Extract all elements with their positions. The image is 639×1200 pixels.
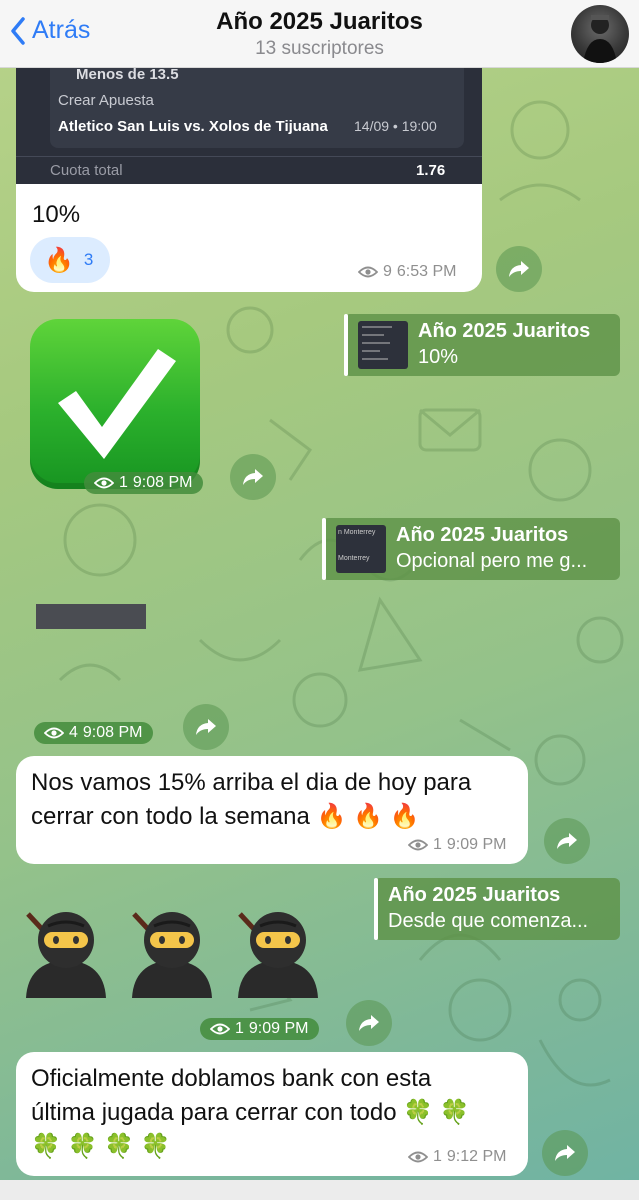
view-count: 1: [433, 1148, 442, 1165]
share-arrow-icon: [196, 719, 216, 735]
message-text: 10%: [32, 201, 81, 228]
eye-icon: [408, 1151, 428, 1163]
reply-text: Desde que comenza...: [388, 910, 589, 932]
forward-button[interactable]: [346, 1000, 392, 1046]
reply-thumbnail-text: n Monterrey: [338, 529, 376, 536]
reply-thumbnail-text: Monterrey: [338, 555, 370, 562]
message-text: última jugada para cerrar con todo 🍀 🍀: [31, 1099, 470, 1126]
ninja-icon: [132, 912, 212, 998]
ninja-emoji[interactable]: [18, 902, 114, 998]
message-meta: 1 9:12 PM: [408, 1148, 507, 1166]
reply-title: Año 2025 Juaritos: [418, 320, 591, 342]
ninja-emoji[interactable]: [230, 902, 326, 998]
reply-quote[interactable]: n Monterrey Monterrey Año 2025 Juaritos …: [322, 518, 620, 580]
bet-datetime: 14/09 • 19:00: [354, 118, 437, 134]
reply-bar: [322, 518, 326, 580]
reply-quote[interactable]: Año 2025 Juaritos Desde que comenza...: [374, 878, 620, 940]
reply-bar: [344, 314, 348, 376]
eye-icon: [44, 727, 64, 739]
message-time: 9:09 PM: [248, 1020, 309, 1037]
bet-match: Atletico San Luis vs. Xolos de Tijuana: [58, 118, 328, 135]
message-time: 6:53 PM: [396, 263, 457, 280]
subscriber-count: 13 suscriptores: [255, 38, 384, 59]
message-bubble[interactable]: Nos vamos 15% arriba el dia de hoy para …: [16, 756, 528, 864]
view-count: 1: [433, 836, 442, 853]
forward-button[interactable]: [542, 1130, 588, 1176]
message-text: cerrar con todo la semana 🔥 🔥 🔥: [31, 803, 420, 830]
message-meta: 4 9:08 PM: [34, 722, 153, 744]
forward-button[interactable]: [544, 818, 590, 864]
bottom-bar: [0, 1180, 639, 1200]
check-mark-emoji[interactable]: [30, 319, 200, 489]
channel-avatar[interactable]: [571, 5, 629, 63]
share-arrow-icon: [509, 261, 529, 277]
eye-icon: [94, 477, 114, 489]
share-arrow-icon: [555, 1145, 575, 1161]
total-odds-value: 1.76: [416, 162, 446, 179]
redacted-content: [36, 604, 146, 629]
forward-button[interactable]: [496, 246, 542, 292]
fire-icon: 🔥: [44, 246, 74, 274]
reply-bar: [374, 878, 378, 940]
check-icon: [58, 349, 176, 459]
chat-header: Atrás Año 2025 Juaritos 13 suscriptores: [0, 0, 639, 68]
share-arrow-icon: [557, 833, 577, 849]
view-count: 1: [235, 1020, 244, 1037]
message-text: Nos vamos 15% arriba el dia de hoy para: [31, 769, 472, 796]
message-time: 9:12 PM: [446, 1148, 507, 1165]
eye-icon: [408, 839, 428, 851]
bet-line: Menos de 13.5: [76, 68, 179, 83]
reply-thumbnail: n Monterrey Monterrey: [336, 525, 386, 573]
reaction-chip[interactable]: 🔥 3: [30, 237, 110, 283]
ninja-emoji[interactable]: [124, 902, 220, 998]
bet-slip-image[interactable]: Menos de 13.5 Crear Apuesta Atletico San…: [16, 68, 482, 184]
forward-button[interactable]: [183, 704, 229, 750]
message-time: 9:08 PM: [82, 724, 143, 741]
reply-quote[interactable]: Año 2025 Juaritos 10%: [344, 314, 620, 376]
view-count: 4: [69, 724, 78, 741]
view-count: 9: [383, 263, 392, 280]
view-count: 1: [119, 474, 128, 491]
message-meta: 1 9:09 PM: [200, 1018, 319, 1040]
message-meta: 9 6:53 PM: [358, 263, 457, 281]
divider: [16, 156, 482, 157]
reply-title: Año 2025 Juaritos: [396, 524, 569, 546]
eye-icon: [210, 1023, 230, 1035]
bet-label: Crear Apuesta: [58, 92, 154, 109]
reply-text: 10%: [418, 346, 459, 368]
message-meta: 1 9:09 PM: [408, 836, 507, 854]
message-text: 🍀 🍀 🍀 🍀: [31, 1133, 171, 1160]
message-bubble[interactable]: Oficialmente doblamos bank con esta últi…: [16, 1052, 528, 1176]
eye-icon: [358, 266, 378, 278]
reply-text: Opcional pero me g...: [396, 550, 588, 572]
share-arrow-icon: [359, 1015, 379, 1031]
message-meta: 1 9:08 PM: [84, 472, 203, 494]
channel-title[interactable]: Año 2025 Juaritos: [0, 8, 639, 36]
message-time: 9:09 PM: [446, 836, 507, 853]
forward-button[interactable]: [230, 454, 276, 500]
reply-title: Año 2025 Juaritos: [388, 884, 561, 906]
ninja-icon: [238, 912, 318, 998]
ninja-icon: [26, 912, 106, 998]
reaction-count: 3: [83, 250, 94, 269]
total-odds-label: Cuota total: [50, 162, 123, 179]
message-text: Oficialmente doblamos bank con esta: [31, 1065, 432, 1092]
message-time: 9:08 PM: [132, 474, 193, 491]
reply-thumbnail: [358, 321, 408, 369]
share-arrow-icon: [243, 469, 263, 485]
